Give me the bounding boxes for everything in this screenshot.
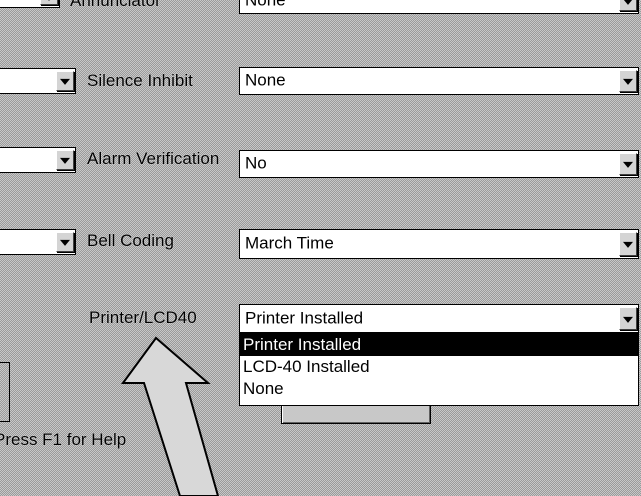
callout-arrow-icon [121, 336, 220, 496]
